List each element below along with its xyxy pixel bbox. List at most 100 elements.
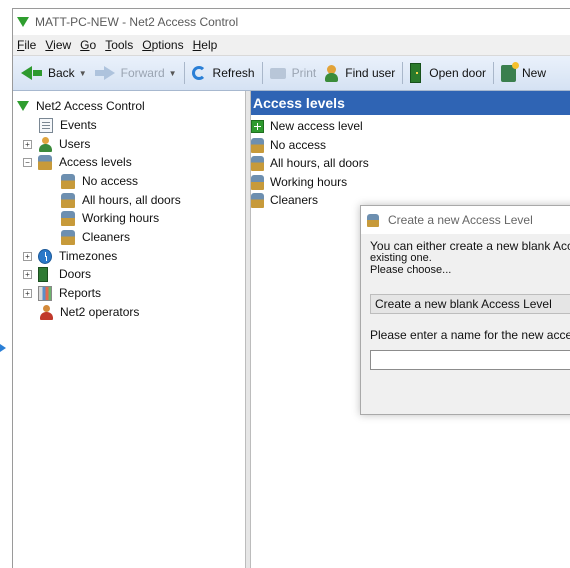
expand-icon[interactable]: + <box>23 288 32 298</box>
access-level-icon <box>367 213 379 227</box>
menu-options[interactable]: Options <box>142 38 183 52</box>
tree-item-doors[interactable]: + Doors <box>23 265 91 283</box>
menu-bar: File View Go Tools Options Help <box>13 35 570 56</box>
clock-icon <box>38 248 52 264</box>
panel-header: Access levels <box>251 91 570 115</box>
toolbar-divider <box>402 62 404 84</box>
dialog-intro-line: existing one. <box>370 252 432 264</box>
name-field-label: Please enter a name for the new acce <box>370 328 570 342</box>
access-level-icon <box>251 192 264 208</box>
menu-tools[interactable]: Tools <box>105 38 133 52</box>
net2-logo-icon <box>17 101 29 111</box>
refresh-button[interactable]: Refresh <box>188 60 259 86</box>
list-item-working-hours[interactable]: Working hours <box>251 173 347 191</box>
tree-item-label: Events <box>60 118 97 132</box>
dialog-title: Create a new Access Level <box>388 213 533 227</box>
back-button[interactable]: Back ▼ <box>17 60 91 86</box>
menu-help[interactable]: Help <box>193 38 218 52</box>
forward-label: Forward <box>120 66 165 80</box>
list-item-cleaners[interactable]: Cleaners <box>251 191 318 209</box>
tree-item-cleaners[interactable]: Cleaners <box>61 228 130 246</box>
toolbar-divider <box>493 62 495 84</box>
list-item-label: Cleaners <box>270 193 319 207</box>
back-arrow-icon <box>21 66 32 80</box>
access-level-icon <box>38 154 52 170</box>
access-level-icon <box>61 210 75 226</box>
list-item-no-access[interactable]: No access <box>251 136 326 154</box>
tree-item-reports[interactable]: + Reports <box>23 284 101 302</box>
chevron-down-icon[interactable]: ▼ <box>169 69 177 78</box>
tree-item-label: Users <box>59 137 91 151</box>
menu-view[interactable]: View <box>45 38 71 52</box>
dialog-intro: You can either create a new blank Acc ex… <box>361 234 570 282</box>
operators-icon <box>39 304 53 320</box>
forward-button[interactable]: Forward ▼ <box>91 60 181 86</box>
access-level-icon <box>61 229 75 245</box>
access-level-name-input[interactable] <box>370 350 570 370</box>
tree-item-label: Access levels <box>59 155 132 169</box>
list-item-label: All hours, all doors <box>270 156 369 170</box>
printer-icon <box>269 67 286 79</box>
create-access-level-dialog: Create a new Access Level You can either… <box>360 205 570 415</box>
net2-logo-icon <box>17 17 29 27</box>
menu-file[interactable]: File <box>17 38 36 52</box>
navigation-tree[interactable]: Net2 Access Control Events + Users − Acc… <box>13 91 246 568</box>
users-icon <box>38 136 52 152</box>
dialog-intro-line: Please choose... <box>370 264 452 276</box>
tree-item-label: Net2 Access Control <box>36 99 145 113</box>
expand-icon[interactable]: + <box>23 269 32 279</box>
user-search-icon <box>324 64 339 82</box>
tree-item-net2-operators[interactable]: Net2 operators <box>39 303 139 321</box>
forward-arrow-tail <box>94 70 104 76</box>
print-button[interactable]: Print <box>266 60 321 86</box>
dialog-title-bar[interactable]: Create a new Access Level <box>361 206 570 234</box>
tree-item-access-levels[interactable]: − Access levels <box>23 153 132 171</box>
new-access-level-icon <box>501 61 520 82</box>
tree-item-label: Net2 operators <box>60 305 140 319</box>
access-level-icon <box>251 174 264 190</box>
access-level-icon <box>61 192 75 208</box>
find-user-button[interactable]: Find user <box>320 60 399 86</box>
reports-icon <box>38 285 52 301</box>
events-icon <box>39 117 53 133</box>
find-user-label: Find user <box>345 66 396 80</box>
refresh-label: Refresh <box>212 66 255 80</box>
chevron-down-icon[interactable]: ▼ <box>79 69 87 78</box>
forward-arrow-icon <box>103 66 115 80</box>
back-arrow-tail <box>33 70 42 76</box>
title-bar: MATT-PC-NEW - Net2 Access Control <box>13 9 570 35</box>
door-icon <box>410 63 422 83</box>
creation-mode-select[interactable]: Create a new blank Access Level <box>370 294 570 314</box>
new-label: New <box>522 66 547 80</box>
tree-item-label: Reports <box>59 286 102 300</box>
tree-item-label: Cleaners <box>82 230 131 244</box>
new-button[interactable]: New <box>497 60 550 86</box>
menu-go[interactable]: Go <box>80 38 96 52</box>
list-item-new-access-level[interactable]: New access level <box>251 117 363 135</box>
tree-item-events[interactable]: Events <box>39 116 97 134</box>
open-door-label: Open door <box>429 66 487 80</box>
add-icon <box>251 119 264 133</box>
tree-item-users[interactable]: + Users <box>23 135 90 153</box>
collapse-icon[interactable]: − <box>23 157 32 167</box>
tree-item-root[interactable]: Net2 Access Control <box>17 97 145 115</box>
toolbar-divider <box>261 62 263 84</box>
tree-item-timezones[interactable]: + Timezones <box>23 247 117 265</box>
toolbar: Back ▼ Forward ▼ Refresh Print Find user… <box>13 56 570 91</box>
access-level-icon <box>251 155 264 171</box>
open-door-button[interactable]: Open door <box>406 60 490 86</box>
print-label: Print <box>291 66 317 80</box>
dialog-intro-line: You can either create a new blank Acc <box>370 239 570 253</box>
expand-icon[interactable]: + <box>23 139 32 149</box>
access-level-icon <box>251 137 264 153</box>
tree-item-all-hours-all-doors[interactable]: All hours, all doors <box>61 191 181 209</box>
tree-item-working-hours[interactable]: Working hours <box>61 209 159 227</box>
window-title: MATT-PC-NEW - Net2 Access Control <box>35 15 239 29</box>
tree-item-no-access[interactable]: No access <box>61 172 138 190</box>
list-item-all-hours-all-doors[interactable]: All hours, all doors <box>251 154 369 172</box>
expand-icon[interactable]: + <box>23 251 32 261</box>
list-item-label: Working hours <box>270 175 348 189</box>
toolbar-divider <box>183 62 185 84</box>
back-label: Back <box>48 66 75 80</box>
pointer-arrow-icon <box>0 344 6 352</box>
